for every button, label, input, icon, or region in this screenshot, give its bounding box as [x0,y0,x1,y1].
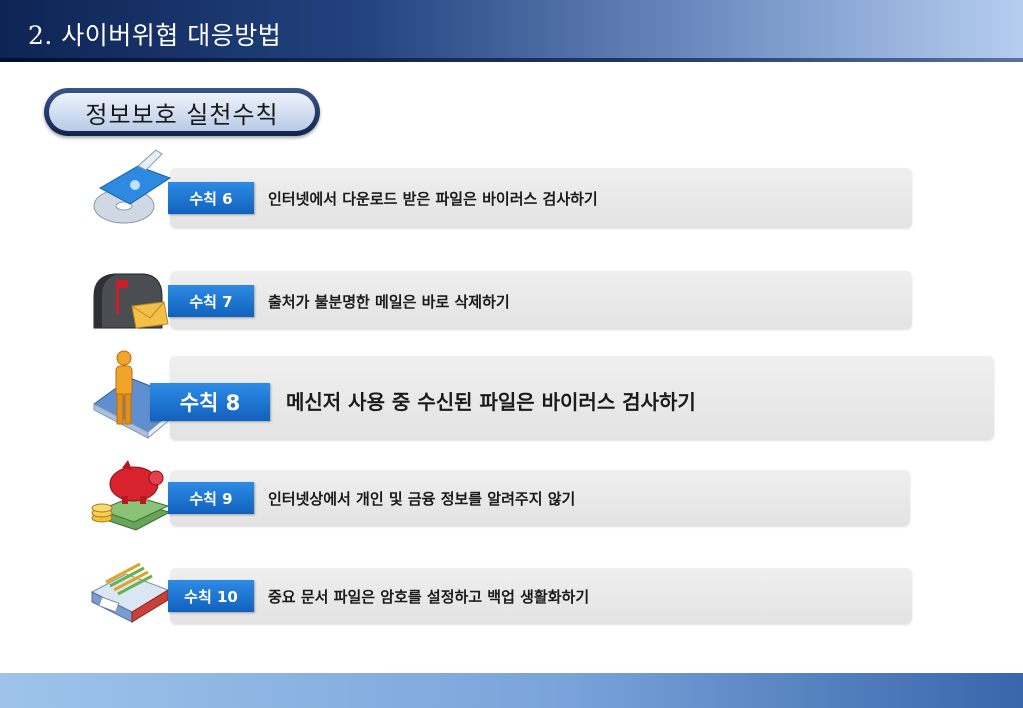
mailbox-icon [93,273,169,329]
rule-label-9: 수칙 9 [168,482,254,514]
rule-label-10: 수칙 10 [168,580,254,612]
rule-text-7: 출처가 불분명한 메일은 바로 삭제하기 [268,293,510,311]
rule-label-7: 수칙 7 [168,285,254,317]
rule-label-8: 수칙 8 [150,383,270,421]
rule-text-8: 메신저 사용 중 수신된 파일은 바이러스 검사하기 [286,390,696,414]
page-title: 2. 사이버위협 대응방법 [28,21,282,50]
save-disk-icon [90,562,170,623]
rule-label-6: 수칙 6 [168,182,254,214]
rule-text-10: 중요 문서 파일은 암호를 설정하고 백업 생활화하기 [268,588,590,606]
rule-text-6: 인터넷에서 다운로드 받은 파일은 바이러스 검사하기 [268,190,598,208]
section-heading-pill: 정보보호 실천수칙 [44,88,320,136]
cd-scanner-icon [93,149,172,224]
footer-bar [0,673,1023,708]
section-title: 정보보호 실천수칙 [85,100,279,129]
header-bar: 2. 사이버위협 대응방법 [0,0,1023,62]
piggy-bank-icon [91,460,172,531]
rule-text-9: 인터넷상에서 개인 및 금융 정보를 알려주지 않기 [268,490,576,508]
